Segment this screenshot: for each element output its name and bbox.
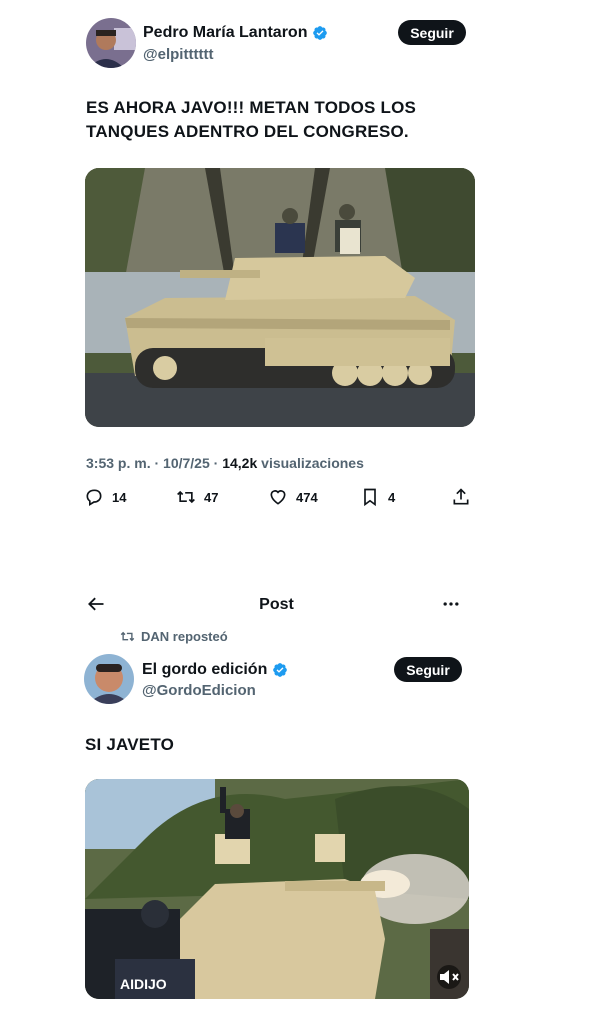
vest-text: AIDIJO <box>120 976 167 992</box>
author-name-row: Pedro María Lantaron <box>143 24 328 42</box>
tweet-meta: 3:53 p. m. · 10/7/25 · 14,2k visualizaci… <box>86 455 364 471</box>
display-name[interactable]: El gordo edición <box>142 661 267 679</box>
bookmark-icon <box>364 488 376 507</box>
repost-label: DAN reposteó <box>141 629 228 644</box>
tweet-text: ES AHORA JAVO!!! METAN TODOS LOS TANQUES… <box>86 96 416 144</box>
handle[interactable]: @elpitttttt <box>143 46 213 63</box>
share-icon <box>453 488 469 505</box>
like-icon <box>270 490 286 505</box>
bookmark-count: 4 <box>388 489 396 505</box>
repost-count: 47 <box>204 489 219 505</box>
tweet-text-line-2: TANQUES ADENTRO DEL CONGRESO. <box>86 122 409 141</box>
views-count: 14,2k <box>222 455 258 471</box>
repost-indicator[interactable]: DAN reposteó <box>120 629 228 644</box>
repost-icon <box>120 631 135 642</box>
page-title: Post <box>259 596 294 613</box>
avatar[interactable] <box>86 18 136 68</box>
reply-icon <box>86 489 102 506</box>
tweet-time[interactable]: 3:53 p. m. <box>86 455 151 471</box>
meta-separator: · <box>213 455 223 471</box>
repost-icon <box>177 490 195 504</box>
display-name[interactable]: Pedro María Lantaron <box>143 24 307 42</box>
like-button[interactable]: 474 <box>268 487 318 507</box>
tweet-video-tank[interactable]: AIDIJO <box>85 779 469 999</box>
views-label: visualizaciones <box>261 455 364 471</box>
reply-button[interactable]: 14 <box>84 487 126 507</box>
bookmark-button[interactable]: 4 <box>360 487 395 507</box>
reply-count: 14 <box>112 489 127 505</box>
like-count: 474 <box>296 489 318 505</box>
tweet-image-tank[interactable] <box>85 168 475 427</box>
handle[interactable]: @GordoEdicion <box>142 682 256 699</box>
share-button[interactable] <box>451 487 471 507</box>
verified-icon <box>273 663 288 677</box>
repost-button[interactable]: 47 <box>176 487 218 507</box>
follow-button[interactable]: Seguir <box>398 20 466 45</box>
meta-separator: · <box>154 455 164 471</box>
avatar[interactable] <box>84 654 134 704</box>
follow-button[interactable]: Seguir <box>394 657 462 682</box>
volume-icon[interactable] <box>437 965 461 989</box>
tweet-date[interactable]: 10/7/25 <box>163 455 210 471</box>
tweet-text-line-1: ES AHORA JAVO!!! METAN TODOS LOS <box>86 98 417 117</box>
author-name-row: El gordo edición <box>142 661 288 679</box>
verified-icon <box>313 26 328 40</box>
tweet-text: SI JAVETO <box>85 735 175 754</box>
post-topbar: Post <box>0 582 597 622</box>
more-icon[interactable] <box>440 594 462 614</box>
